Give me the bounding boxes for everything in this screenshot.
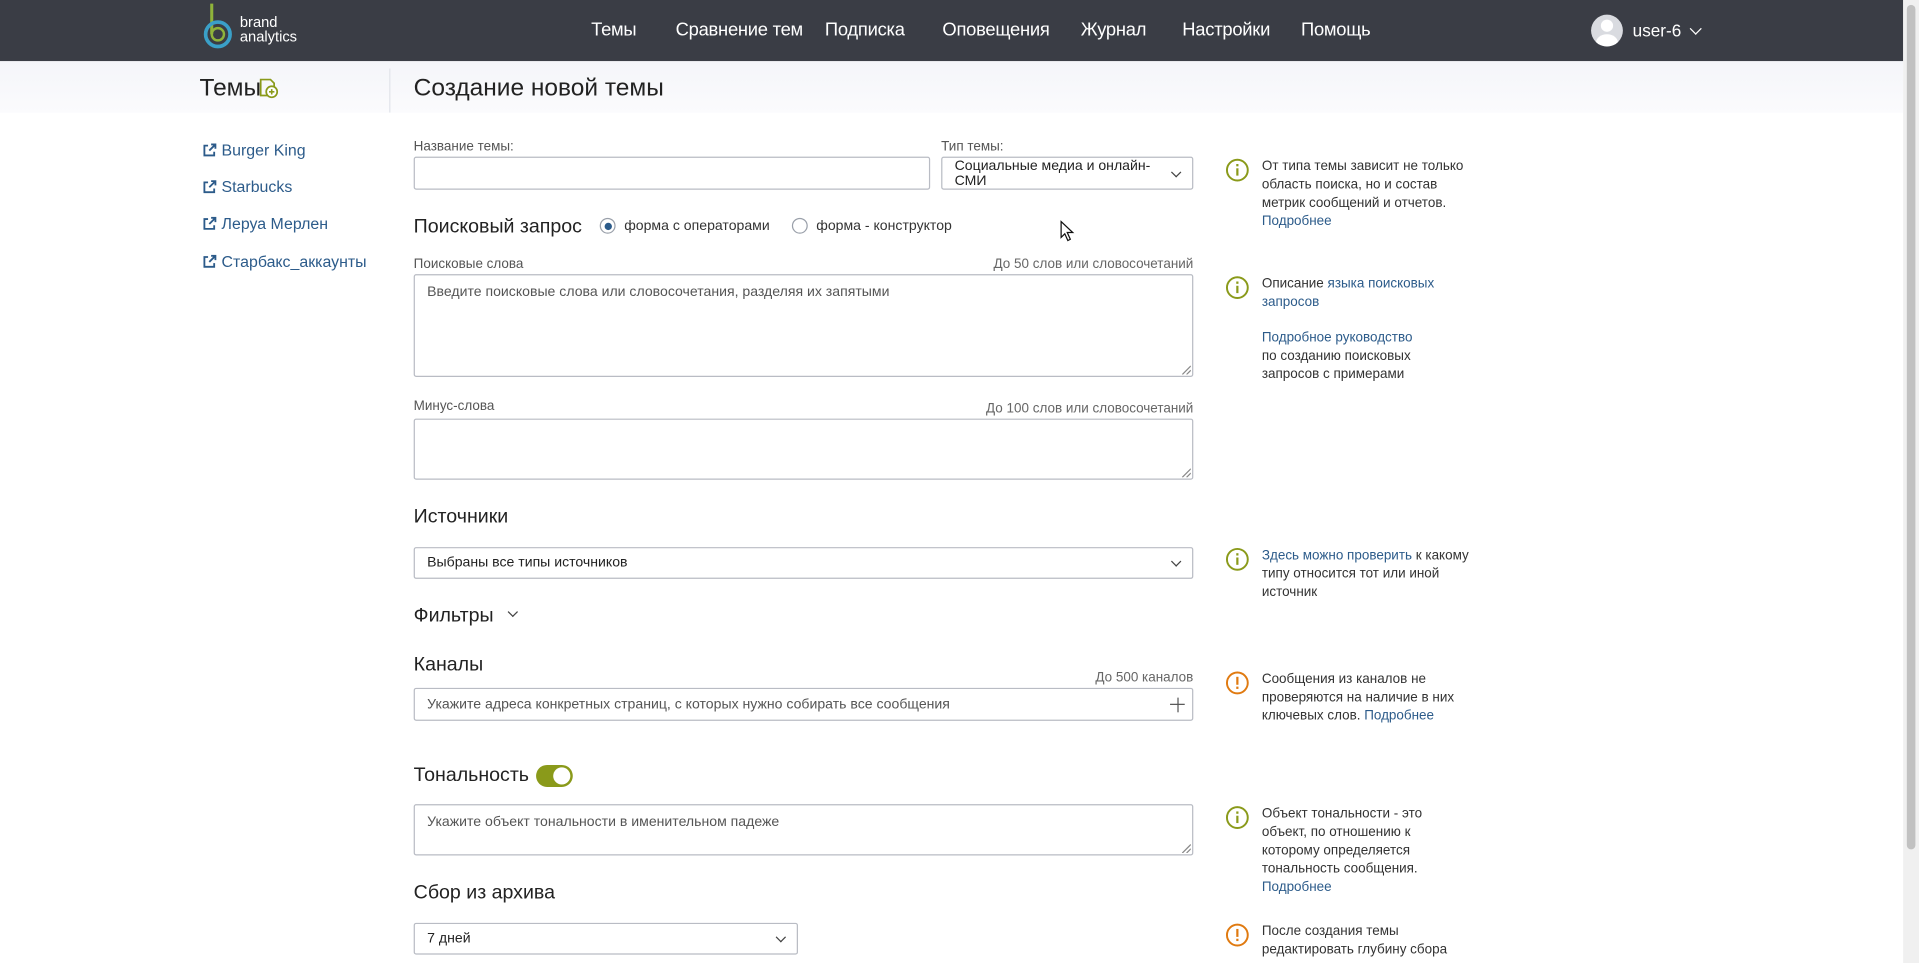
sidebar-topic-label: Леруа Мерлен: [221, 214, 329, 233]
sub-header: [0, 61, 1904, 113]
info-icon: [1225, 547, 1249, 571]
nav-subscription[interactable]: Подписка: [825, 20, 905, 41]
tone-heading: Тональность: [413, 764, 530, 786]
tone-placeholder: Укажите объект тональности в именительно…: [427, 815, 780, 830]
chevron-down-icon: [775, 932, 787, 943]
minus-words-label: Минус-слова: [413, 398, 495, 414]
sidebar-title: Темы: [199, 74, 262, 102]
logo-line-2: analytics: [239, 28, 298, 46]
sidebar-topic-label: Burger King: [221, 140, 306, 160]
topic-type-value: Социальные медиа и онлайн-СМИ: [954, 158, 1151, 188]
top-navigation-bar: brand analytics Темы Сравнение тем Подпи…: [0, 0, 1904, 62]
info-icon: [1225, 276, 1249, 299]
info-icon: [1225, 158, 1249, 182]
nav-journal[interactable]: Журнал: [1081, 20, 1147, 41]
guide-link[interactable]: Подробное руководство: [1262, 330, 1413, 345]
search-words-limit: До 50 слов или словосочетаний: [993, 257, 1194, 272]
minus-words-limit: До 100 слов или словосочетаний: [986, 401, 1194, 417]
sources-value: Выбраны все типы источников: [427, 555, 628, 571]
nav-alerts[interactable]: Оповещения: [942, 20, 1049, 41]
archive-value: 7 дней: [427, 931, 471, 947]
channels-heading: Каналы: [413, 654, 484, 676]
radio-operators-label[interactable]: форма с операторами: [624, 218, 770, 233]
sources-select[interactable]: Выбраны все типы источников: [413, 547, 1194, 579]
channels-input[interactable]: Укажите адреса конкретных страниц, с кот…: [413, 687, 1194, 721]
sources-heading: Источники: [413, 506, 509, 528]
sidebar-topic-label: Starbucks: [221, 177, 293, 196]
resize-handle-icon[interactable]: [1181, 468, 1191, 478]
chevron-down-icon: [1170, 556, 1182, 567]
radio-constructor-label[interactable]: форма - конструктор: [816, 218, 952, 233]
topic-name-label: Название темы:: [413, 139, 514, 155]
chevron-down-icon: [1689, 22, 1702, 35]
sidebar-topic-link[interactable]: Burger King: [202, 141, 306, 159]
radio-constructor[interactable]: [791, 217, 808, 234]
scrollbar-thumb[interactable]: [1906, 4, 1916, 850]
page-title: Создание новой темы: [413, 74, 664, 102]
warning-icon: [1225, 923, 1249, 947]
search-words-label: Поисковые слова: [413, 257, 524, 272]
sidebar-topic-label: Старбакс_аккаунты: [221, 252, 367, 271]
user-menu[interactable]: user-6: [1591, 14, 1702, 47]
archive-heading: Сбор из архива: [413, 882, 555, 904]
logo-mark-icon: [203, 3, 232, 49]
tone-toggle[interactable]: [536, 764, 573, 787]
mouse-cursor-icon: [1060, 220, 1075, 242]
hint-text: по созданию поисковых запросов с примера…: [1261, 348, 1411, 382]
avatar: [1591, 14, 1623, 47]
info-icon: [1225, 806, 1249, 829]
hint-more-link[interactable]: Подробнее: [1262, 880, 1332, 895]
divider: [389, 68, 391, 113]
check-source-link[interactable]: Здесь можно проверить: [1262, 548, 1412, 563]
page-scrollbar[interactable]: [1903, 0, 1919, 963]
search-words-placeholder: Введите поисковые слова или словосочетан…: [427, 285, 890, 300]
channels-limit: До 500 каналов: [1095, 670, 1194, 686]
minus-words-textarea[interactable]: [413, 418, 1194, 480]
warning-icon: [1225, 671, 1249, 695]
hint-more-link[interactable]: Подробнее: [1262, 214, 1332, 229]
brand-analytics-logo[interactable]: brand analytics: [199, 2, 321, 58]
hint-text: После создания темы редактировать глубин…: [1261, 924, 1448, 958]
hint-text: Объект тональности - это объект, по отно…: [1261, 806, 1423, 877]
external-link-icon: [203, 254, 217, 268]
chevron-down-icon[interactable]: [507, 606, 519, 618]
external-link-icon: [203, 216, 217, 230]
filters-toggle[interactable]: Фильтры: [414, 606, 494, 628]
add-topic-icon[interactable]: [257, 77, 279, 99]
logo-text: brand analytics: [240, 15, 297, 44]
channels-placeholder: Укажите адреса конкретных страниц, с кот…: [427, 697, 950, 712]
search-query-heading: Поисковый запрос: [413, 216, 582, 238]
nav-settings[interactable]: Настройки: [1182, 20, 1270, 41]
nav-compare-topics[interactable]: Сравнение тем: [676, 20, 804, 41]
tone-textarea[interactable]: Укажите объект тональности в именительно…: [413, 804, 1194, 856]
topic-type-select[interactable]: Социальные медиа и онлайн-СМИ: [941, 156, 1194, 190]
nav-help[interactable]: Помощь: [1301, 20, 1371, 41]
query-mode-radios: форма с операторами форма - конструктор: [599, 217, 952, 234]
external-link-icon: [203, 179, 217, 193]
sidebar-topic-link[interactable]: Старбакс_аккаунты: [202, 252, 367, 270]
user-name: user-6: [1632, 20, 1682, 41]
plus-icon[interactable]: [1170, 697, 1185, 712]
hint-text: Описание: [1261, 276, 1328, 292]
nav-topics[interactable]: Темы: [591, 20, 636, 41]
external-link-icon: [203, 142, 217, 156]
resize-handle-icon[interactable]: [1181, 365, 1191, 375]
radio-operators[interactable]: [599, 217, 616, 234]
sidebar-topic-link[interactable]: Леруа Мерлен: [202, 214, 329, 233]
hint-text: От типа темы зависит не только область п…: [1261, 159, 1464, 211]
archive-select[interactable]: 7 дней: [413, 922, 798, 955]
resize-handle-icon[interactable]: [1181, 843, 1191, 854]
topic-name-input[interactable]: [413, 156, 931, 190]
sidebar-topic-link[interactable]: Starbucks: [202, 177, 293, 196]
search-words-textarea[interactable]: Введите поисковые слова или словосочетан…: [413, 274, 1194, 377]
topic-type-label: Тип темы:: [941, 139, 1004, 155]
hint-more-link[interactable]: Подробнее: [1364, 709, 1434, 724]
